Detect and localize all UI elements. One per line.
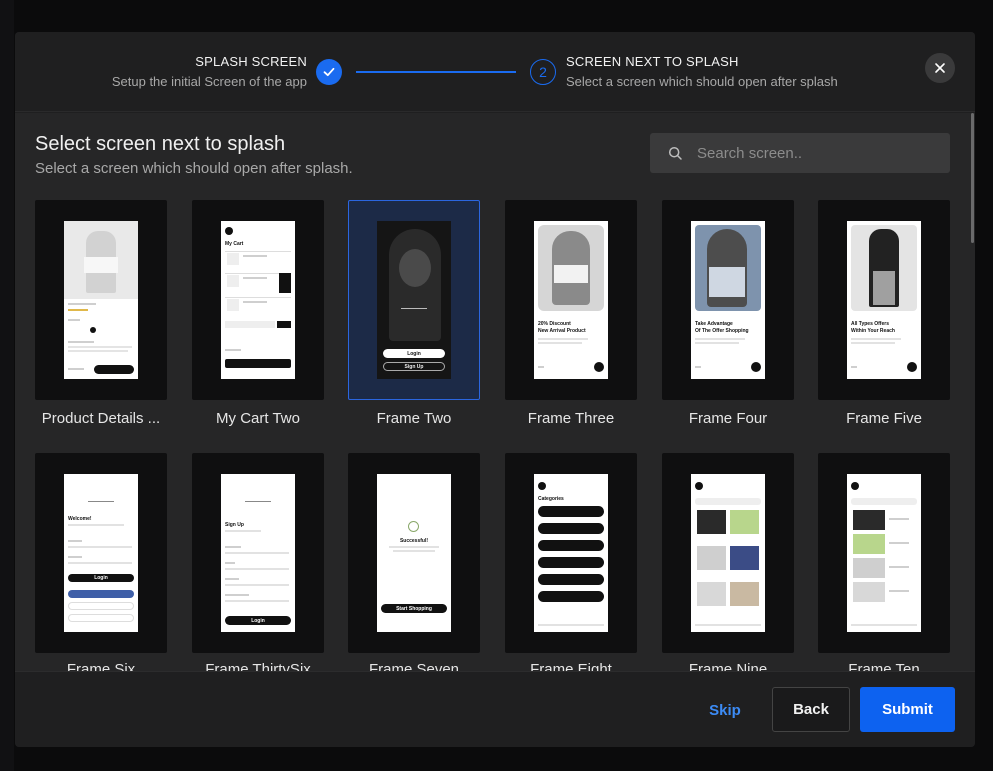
- screen-preview: All Types Offers Within Your Reach: [847, 221, 921, 379]
- screen-label: Frame Seven: [368, 661, 460, 671]
- screen-label: Frame Four: [688, 410, 768, 427]
- preview-text: Login: [251, 617, 265, 624]
- screen-card-frame-nine[interactable]: [662, 453, 794, 653]
- screen-preview: [847, 474, 921, 632]
- screen-card-my-cart-two[interactable]: My Cart: [192, 200, 324, 400]
- preview-text: Start Shopping: [396, 605, 432, 612]
- screen-card-frame-five[interactable]: All Types Offers Within Your Reach: [818, 200, 950, 400]
- screen-preview: Categories: [534, 474, 608, 632]
- screen-card-frame-two[interactable]: Login Sign Up: [348, 200, 480, 400]
- scroll-thumb[interactable]: [971, 113, 974, 243]
- screen-label: Frame Ten: [848, 661, 920, 671]
- screen-card-frame-six[interactable]: Welcome! Login: [35, 453, 167, 653]
- preview-text: Take Advantage: [695, 321, 733, 327]
- preview-text: Categories: [538, 496, 564, 502]
- screen-preview: Take Advantage Of The Offer Shopping: [691, 221, 765, 379]
- submit-button[interactable]: Submit: [860, 687, 955, 732]
- step1-subtitle: Setup the initial Screen of the app: [111, 74, 307, 89]
- screen-card-frame-four[interactable]: Take Advantage Of The Offer Shopping: [662, 200, 794, 400]
- screen-label: Frame Six: [66, 661, 136, 671]
- back-button[interactable]: Back: [772, 687, 850, 732]
- close-button[interactable]: [925, 53, 955, 83]
- preview-text: Login: [94, 575, 108, 581]
- step2-title: SCREEN NEXT TO SPLASH: [566, 54, 739, 69]
- step1-check-icon: [316, 59, 342, 85]
- preview-text: New Arrival Product: [538, 328, 586, 334]
- screen-preview: Successful! Start Shopping: [377, 474, 451, 632]
- step2-subtitle: Select a screen which should open after …: [566, 74, 838, 89]
- screen-card-frame-three[interactable]: 20% Discount New Arrival Product: [505, 200, 637, 400]
- screen-card-frame-ten[interactable]: [818, 453, 950, 653]
- step1-title: SPLASH SCREEN: [195, 54, 307, 69]
- screen-preview: [691, 474, 765, 632]
- backdrop: [0, 0, 14, 771]
- preview-text: Login: [407, 350, 421, 357]
- step-splash-screen: SPLASH SCREEN Setup the initial Screen o…: [112, 54, 307, 89]
- screen-label: Frame Three: [527, 410, 615, 427]
- step-next-to-splash: SCREEN NEXT TO SPLASH Select a screen wh…: [566, 54, 838, 89]
- search-box[interactable]: [650, 133, 950, 173]
- step2-number: 2: [530, 59, 556, 85]
- step-connector: [356, 71, 516, 73]
- page-subtitle: Select a screen which should open after …: [35, 160, 353, 177]
- screen-label: Frame ThirtySix: [205, 661, 311, 671]
- screen-label: Frame Five: [846, 410, 922, 427]
- screen-preview: Login Sign Up: [377, 221, 451, 379]
- screen-preview: Welcome! Login: [64, 474, 138, 632]
- screen-card-frame-eight[interactable]: Categories: [505, 453, 637, 653]
- close-icon: [935, 63, 945, 73]
- search-input[interactable]: [697, 144, 927, 162]
- screen-label: My Cart Two: [216, 410, 300, 427]
- preview-text: Sign Up: [404, 363, 424, 370]
- screen-label: Product Details ...: [41, 410, 161, 427]
- preview-text: All Types Offers: [851, 321, 889, 327]
- screen-card-frame-thirtysix[interactable]: Sign Up Login: [192, 453, 324, 653]
- screen-preview: Sign Up Login: [221, 474, 295, 632]
- scrollbar[interactable]: [970, 113, 975, 671]
- preview-text: Welcome!: [68, 516, 92, 522]
- screen-label: Frame Eight: [530, 661, 612, 671]
- screen-preview: 20% Discount New Arrival Product: [534, 221, 608, 379]
- search-icon: [668, 146, 682, 160]
- screen-preview: [64, 221, 138, 379]
- preview-text: Successful!: [399, 538, 429, 544]
- preview-text: 20% Discount: [538, 321, 571, 327]
- modal-footer: Skip Back Submit: [15, 671, 975, 747]
- screen-label: Frame Two: [376, 410, 452, 427]
- screen-label: Frame Nine: [688, 661, 768, 671]
- screen-picker: Select screen next to splash Select a sc…: [15, 113, 975, 671]
- preview-text: Within Your Reach: [851, 328, 895, 334]
- preview-text: My Cart: [225, 241, 244, 247]
- page-title: Select screen next to splash: [35, 133, 286, 155]
- preview-text: Sign Up: [225, 522, 244, 528]
- select-screen-modal: SPLASH SCREEN Setup the initial Screen o…: [15, 32, 975, 747]
- stepper-header: SPLASH SCREEN Setup the initial Screen o…: [15, 32, 975, 112]
- preview-text: Of The Offer Shopping: [695, 328, 749, 334]
- screen-preview: My Cart: [221, 221, 295, 379]
- screen-card-frame-seven[interactable]: Successful! Start Shopping: [348, 453, 480, 653]
- skip-button[interactable]: Skip: [695, 692, 755, 728]
- screen-card-product-details[interactable]: [35, 200, 167, 400]
